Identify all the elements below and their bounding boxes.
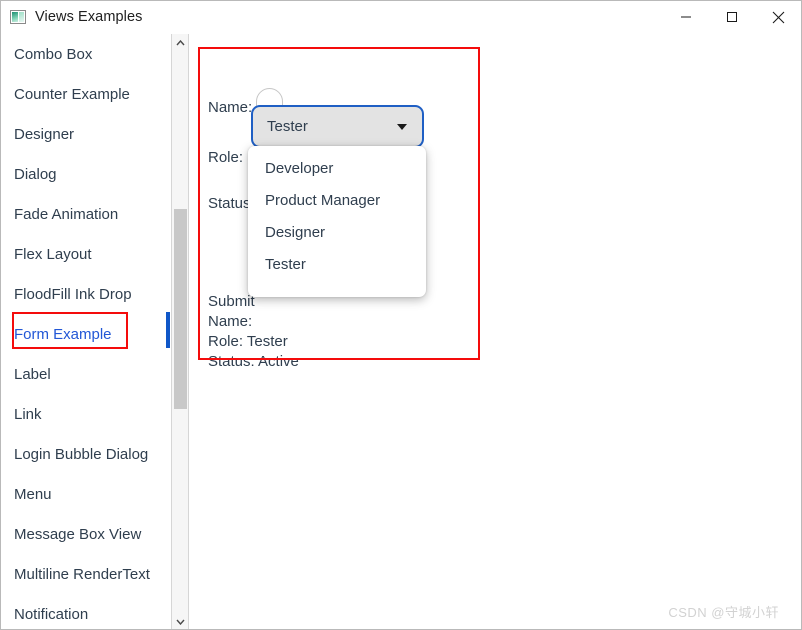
application-window: Views Examples Combo Box Counter Example…: [0, 0, 802, 630]
name-label: Name:: [208, 99, 253, 116]
sidebar-item-link[interactable]: Link: [2, 394, 171, 434]
role-dropdown-menu[interactable]: Developer Product Manager Designer Teste…: [248, 146, 426, 297]
sidebar-item-label: Login Bubble Dialog: [14, 445, 149, 463]
dropdown-option-label: Developer: [265, 159, 334, 177]
title-bar: Views Examples: [1, 1, 801, 33]
minimize-button[interactable]: [663, 1, 709, 33]
output-line-role: Role: Tester: [208, 333, 288, 350]
sidebar-item-login-bubble-dialog[interactable]: Login Bubble Dialog: [2, 434, 171, 474]
sidebar-item-floodfill-ink-drop[interactable]: FloodFill Ink Drop: [2, 274, 171, 314]
dropdown-option-label: Product Manager: [265, 191, 381, 209]
sidebar: Combo Box Counter Example Designer Dialo…: [2, 34, 172, 629]
sidebar-item-label: Counter Example: [14, 85, 130, 103]
close-button[interactable]: [755, 1, 801, 33]
sidebar-item-label[interactable]: Label: [2, 354, 171, 394]
sidebar-item-label: Dialog: [14, 165, 57, 183]
role-label: Role:: [208, 149, 244, 166]
sidebar-item-label: FloodFill Ink Drop: [14, 285, 132, 303]
maximize-button[interactable]: [709, 1, 755, 33]
sidebar-item-fade-animation[interactable]: Fade Animation: [2, 194, 171, 234]
scroll-down-button[interactable]: [172, 613, 189, 629]
watermark: CSDN @守城小轩: [668, 605, 779, 620]
dropdown-option-tester[interactable]: Tester: [248, 248, 426, 280]
sidebar-item-label: Link: [14, 405, 42, 423]
selected-item-indicator: [166, 312, 170, 348]
scroll-up-button[interactable]: [172, 34, 189, 51]
output-line-status: Status: Active: [208, 353, 299, 370]
sidebar-item-label: Notification: [14, 605, 89, 623]
minimize-icon: [681, 16, 691, 18]
example-list: Combo Box Counter Example Designer Dialo…: [2, 34, 171, 629]
sidebar-item-label: Form Example: [14, 325, 112, 343]
dropdown-option-designer[interactable]: Designer: [248, 216, 426, 248]
dropdown-option-label: Tester: [265, 255, 306, 273]
role-combobox-value: Tester: [267, 118, 308, 135]
output-line-name: Name:: [208, 313, 253, 330]
dropdown-option-label: Designer: [265, 223, 326, 241]
chevron-down-icon: [176, 619, 185, 625]
sidebar-item-menu[interactable]: Menu: [2, 474, 171, 514]
sidebar-item-notification[interactable]: Notification: [2, 594, 171, 629]
close-icon: [772, 11, 784, 23]
scrollbar-thumb[interactable]: [174, 209, 187, 409]
sidebar-item-message-box-view[interactable]: Message Box View: [2, 514, 171, 554]
image-icon: [10, 10, 26, 24]
triangle-down-icon: [397, 123, 407, 130]
sidebar-scrollbar[interactable]: [172, 34, 189, 629]
role-combobox[interactable]: Tester: [251, 105, 424, 148]
sidebar-item-flex-layout[interactable]: Flex Layout: [2, 234, 171, 274]
sidebar-item-counter-example[interactable]: Counter Example: [2, 74, 171, 114]
chevron-up-icon: [176, 39, 185, 45]
dropdown-option-product-manager[interactable]: Product Manager: [248, 184, 426, 216]
window-title: Views Examples: [35, 9, 143, 25]
sidebar-item-label: Fade Animation: [14, 205, 119, 223]
sidebar-item-label: Message Box View: [14, 525, 142, 543]
sidebar-item-label: Combo Box: [14, 45, 93, 63]
sidebar-item-label: Flex Layout: [14, 245, 92, 263]
sidebar-item-label: Menu: [14, 485, 52, 503]
form-output: Submit Name: Role: Tester Status: Active: [208, 292, 299, 372]
sidebar-item-label: Label: [14, 365, 51, 383]
sidebar-item-multiline-rendertext[interactable]: Multiline RenderText: [2, 554, 171, 594]
sidebar-item-label: Multiline RenderText: [14, 565, 150, 583]
sidebar-item-label: Designer: [14, 125, 75, 143]
sidebar-item-dialog[interactable]: Dialog: [2, 154, 171, 194]
sidebar-item-combo-box[interactable]: Combo Box: [2, 34, 171, 74]
sidebar-item-designer[interactable]: Designer: [2, 114, 171, 154]
dropdown-option-developer[interactable]: Developer: [248, 152, 426, 184]
form-example-panel: Name: Role: Status: Tester Developer Pro…: [190, 34, 801, 629]
window-controls: [663, 1, 801, 33]
maximize-icon: [727, 12, 737, 22]
sidebar-item-form-example[interactable]: Form Example: [2, 314, 171, 354]
